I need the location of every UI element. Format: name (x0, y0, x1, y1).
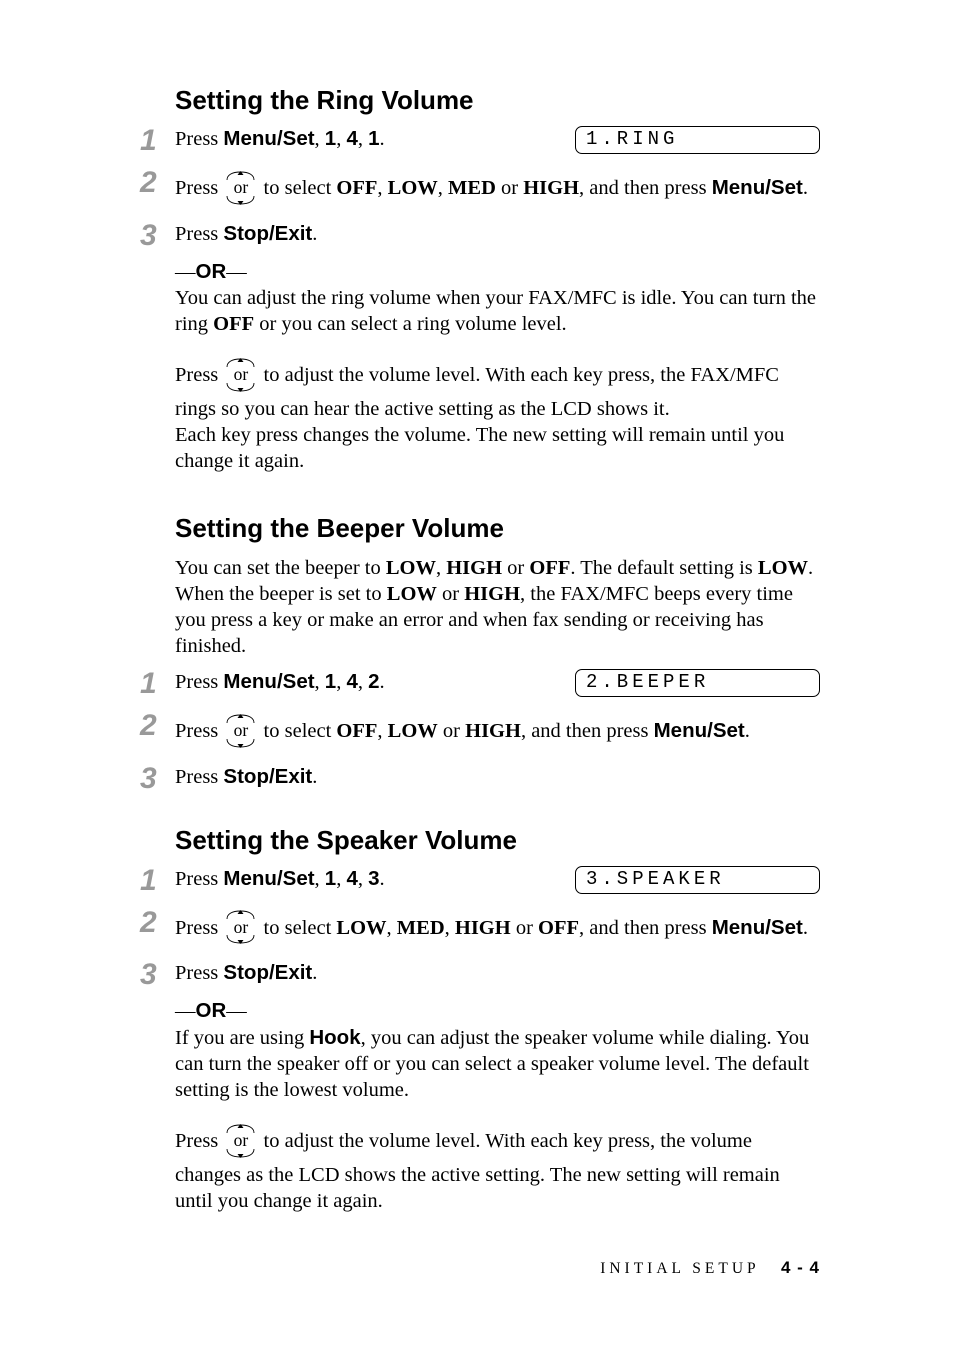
or-separator: —OR— (175, 259, 820, 285)
menuset-key: Menu/Set (223, 670, 314, 693)
step-text: Press (175, 671, 223, 693)
step-number: 3 (140, 960, 175, 990)
paragraph: Press or to adjust the volume level. Wit… (175, 355, 820, 422)
step-text: Press (175, 720, 223, 742)
step-number: 3 (140, 764, 175, 794)
up-down-or-icon: or (223, 356, 258, 394)
lcd-display: 1.RING (575, 126, 820, 154)
step-number: 3 (140, 221, 175, 251)
step-number: 1 (140, 669, 175, 699)
footer-page-number: 4 - 4 (781, 1258, 820, 1277)
paragraph: Press or to adjust the volume level. Wit… (175, 1121, 820, 1214)
lcd-display: 3.SPEAKER (575, 866, 820, 894)
up-down-or-icon: or (223, 908, 258, 946)
step-text: Press (175, 868, 223, 890)
step-2-speaker: 2 Press or to select LOW, MED, HIGH or O… (140, 908, 820, 948)
hook-key: Hook (309, 1026, 360, 1049)
step-text: Press (175, 917, 223, 939)
paragraph: You can adjust the ring volume when your… (175, 285, 820, 337)
up-down-or-icon: or (223, 1122, 258, 1160)
paragraph: You can set the beeper to LOW, HIGH or O… (175, 555, 820, 660)
step-text: Press (175, 177, 223, 199)
footer-section: INITIAL SETUP (600, 1260, 759, 1277)
stopexit-key: Stop/Exit (223, 961, 312, 984)
section-heading-beeper: Setting the Beeper Volume (175, 512, 820, 545)
step-text: Press (175, 962, 223, 984)
paragraph: Each key press changes the volume. The n… (175, 422, 820, 474)
step-3-ring: 3 Press Stop/Exit. (140, 221, 820, 251)
stopexit-key: Stop/Exit (223, 765, 312, 788)
step-number: 2 (140, 168, 175, 198)
step-number: 1 (140, 866, 175, 896)
step-3-speaker: 3 Press Stop/Exit. (140, 960, 820, 990)
paragraph: If you are using Hook, you can adjust th… (175, 1025, 820, 1104)
page-footer: INITIAL SETUP 4 - 4 (600, 1257, 820, 1279)
section-heading-ring: Setting the Ring Volume (175, 84, 820, 117)
lcd-display: 2.BEEPER (575, 669, 820, 697)
step-1-ring: 1 1.RING Press Menu/Set, 1, 4, 1. (140, 126, 820, 156)
step-1-beeper: 1 2.BEEPER Press Menu/Set, 1, 4, 2. (140, 669, 820, 699)
menuset-key: Menu/Set (712, 916, 803, 939)
up-down-or-icon: or (223, 169, 258, 207)
or-separator: —OR— (175, 998, 820, 1024)
step-number: 1 (140, 126, 175, 156)
menuset-key: Menu/Set (654, 719, 745, 742)
step-1-speaker: 1 3.SPEAKER Press Menu/Set, 1, 4, 3. (140, 866, 820, 896)
step-text: Press (175, 766, 223, 788)
step-number: 2 (140, 908, 175, 938)
up-down-or-icon: or (223, 712, 258, 750)
step-2-ring: 2 Press or to select OFF, LOW, MED or HI… (140, 168, 820, 208)
stopexit-key: Stop/Exit (223, 222, 312, 245)
menuset-key: Menu/Set (223, 867, 314, 890)
step-text: Press (175, 223, 223, 245)
step-text: Press (175, 128, 223, 150)
menuset-key: Menu/Set (223, 127, 314, 150)
step-2-beeper: 2 Press or to select OFF, LOW or HIGH, a… (140, 711, 820, 751)
step-3-beeper: 3 Press Stop/Exit. (140, 764, 820, 794)
menuset-key: Menu/Set (712, 176, 803, 199)
section-heading-speaker: Setting the Speaker Volume (175, 824, 820, 857)
step-number: 2 (140, 711, 175, 741)
